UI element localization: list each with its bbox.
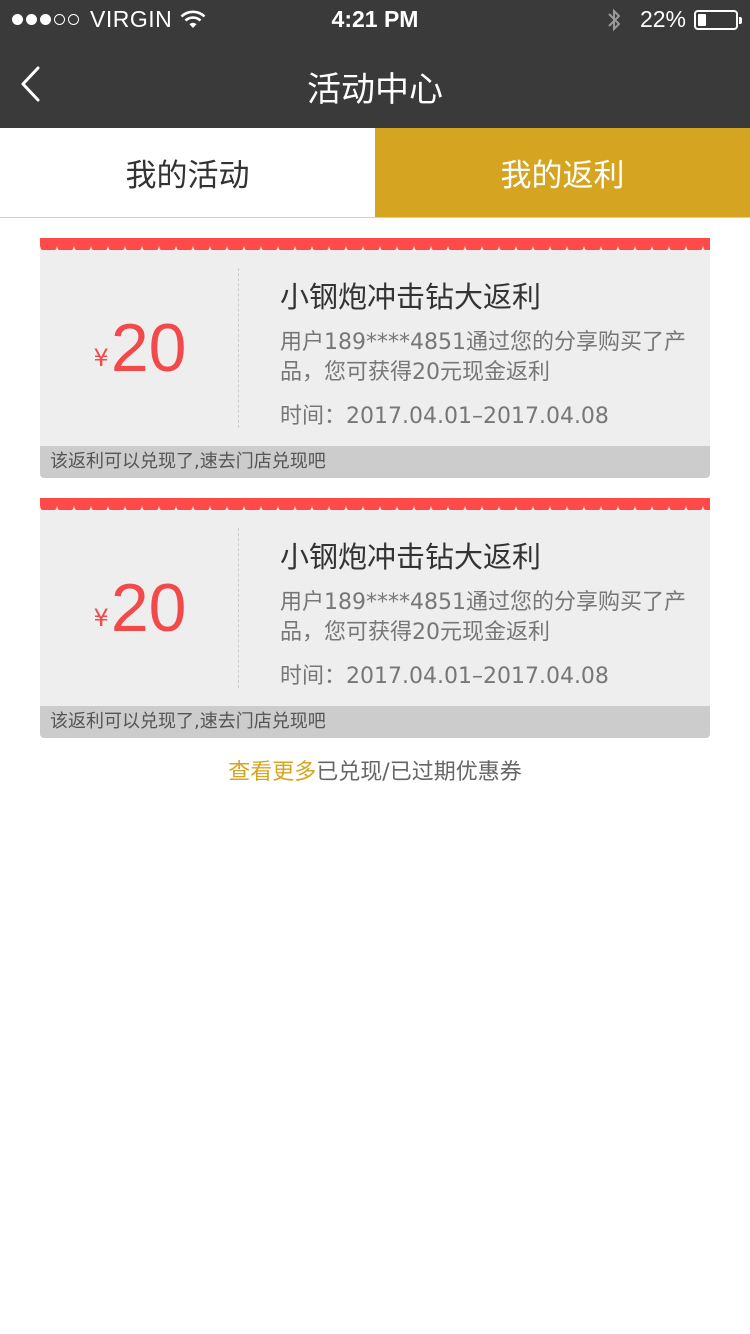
- tab-my-activities[interactable]: 我的活动: [0, 128, 375, 217]
- battery-icon: [694, 9, 742, 30]
- coupon-footer: 该返利可以兑现了,速去门店兑现吧: [40, 446, 710, 478]
- view-more-link[interactable]: 查看更多: [228, 760, 316, 785]
- status-bar: VIRGIN 4:21 PM 22%: [0, 0, 750, 40]
- nav-bar: 活动中心: [0, 40, 750, 128]
- bluetooth-icon: [608, 8, 621, 31]
- coupon-time: 时间：2017.04.01–2017.04.08: [280, 664, 609, 689]
- battery-fill: [698, 13, 706, 26]
- coupon-title: 小钢炮冲击钻大返利: [280, 280, 542, 314]
- status-right: 22%: [606, 6, 742, 33]
- amount-value: 20: [110, 570, 187, 646]
- coupon-card[interactable]: ¥ 20 小钢炮冲击钻大返利 用户189****4851通过您的分享购买了产品，…: [40, 238, 710, 478]
- currency-symbol: ¥: [93, 604, 109, 632]
- coupon-body: ¥ 20 小钢炮冲击钻大返利 用户189****4851通过您的分享购买了产品，…: [40, 510, 710, 706]
- view-more-description: 已兑现/已过期优惠券: [316, 760, 522, 785]
- tab-bar: 我的活动 我的返利: [0, 128, 750, 218]
- coupon-body: ¥ 20 小钢炮冲击钻大返利 用户189****4851通过您的分享购买了产品，…: [40, 250, 710, 446]
- coupon-amount: ¥ 20: [40, 510, 240, 706]
- coupon-description: 用户189****4851通过您的分享购买了产品，您可获得20元现金返利: [280, 590, 686, 645]
- currency-symbol: ¥: [93, 344, 109, 372]
- coupon-card[interactable]: ¥ 20 小钢炮冲击钻大返利 用户189****4851通过您的分享购买了产品，…: [40, 498, 710, 738]
- dashed-divider: [238, 528, 239, 688]
- coupon-title: 小钢炮冲击钻大返利: [280, 540, 542, 574]
- coupon-amount: ¥ 20: [40, 250, 240, 446]
- coupon-footer: 该返利可以兑现了,速去门店兑现吧: [40, 706, 710, 738]
- page-title: 活动中心: [307, 70, 443, 110]
- tab-my-rebates[interactable]: 我的返利: [375, 128, 750, 217]
- view-more-line: 查看更多已兑现/已过期优惠券: [0, 754, 750, 786]
- battery-percentage: 22%: [639, 6, 686, 32]
- amount-value: 20: [110, 310, 187, 386]
- coupon-time: 时间：2017.04.01–2017.04.08: [280, 404, 609, 429]
- coupon-description: 用户189****4851通过您的分享购买了产品，您可获得20元现金返利: [280, 330, 686, 385]
- dashed-divider: [238, 268, 239, 428]
